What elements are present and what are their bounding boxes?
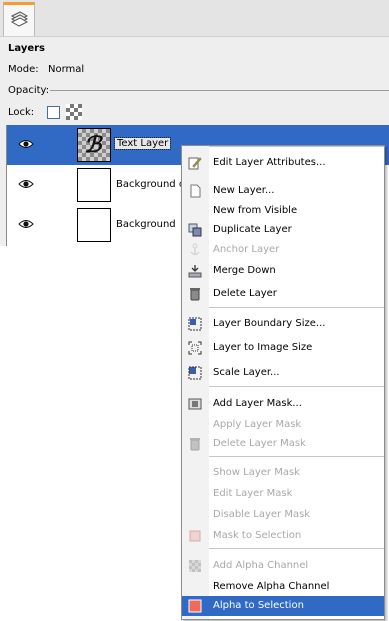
merge-down-icon — [188, 264, 202, 278]
layers-tab[interactable] — [3, 2, 35, 36]
scale-layer-icon — [188, 366, 202, 380]
menu-item-label: Alpha to Selection — [213, 600, 304, 611]
menu-item-disable-layer-mask[interactable]: Disable Layer Mask — [182, 505, 384, 525]
anchor-icon — [188, 243, 202, 257]
menu-item-layer-boundary-size[interactable]: Layer Boundary Size... — [182, 314, 384, 334]
menu-item-label: Add Layer Mask... — [213, 398, 302, 409]
layer-context-menu: Edit Layer Attributes... New Layer... New … — [181, 145, 385, 620]
menu-item-anchor-layer[interactable]: Anchor Layer — [182, 240, 384, 260]
menu-item-label: Duplicate Layer — [213, 224, 292, 235]
menu-separator — [209, 307, 384, 308]
menu-item-duplicate-layer[interactable]: Duplicate Layer — [182, 220, 384, 240]
eye-icon[interactable] — [18, 138, 34, 150]
menu-separator — [209, 456, 384, 457]
trash-icon — [188, 287, 202, 301]
dock-tab-bar — [0, 0, 389, 37]
layer-to-image-size-icon — [188, 341, 202, 355]
alpha-to-selection-icon — [188, 599, 202, 613]
lock-pixels-checkbox[interactable] — [47, 106, 60, 119]
eye-icon[interactable] — [18, 218, 34, 230]
menu-item-label: Edit Layer Mask — [213, 488, 293, 499]
menu-item-label: Remove Alpha Channel — [213, 581, 330, 592]
boundary-size-icon — [188, 317, 202, 331]
menu-item-remove-alpha-channel[interactable]: Remove Alpha Channel — [182, 577, 384, 597]
menu-item-delete-layer-mask[interactable]: Delete Layer Mask — [182, 434, 384, 454]
menu-separator — [209, 386, 384, 387]
menu-item-label: Show Layer Mask — [213, 467, 300, 478]
menu-item-show-layer-mask[interactable]: Show Layer Mask — [182, 463, 384, 483]
opacity-label: Opacity: — [8, 85, 50, 96]
menu-item-new-layer[interactable]: New Layer... — [182, 181, 384, 201]
menu-item-label: Edit Layer Attributes... — [213, 157, 326, 168]
opacity-slider[interactable] — [50, 90, 389, 91]
layer-name[interactable]: Text Layer — [113, 137, 172, 150]
menu-separator — [209, 146, 384, 147]
menu-item-label: Apply Layer Mask — [213, 419, 302, 430]
layer-thumbnail — [77, 168, 111, 202]
new-layer-icon — [188, 184, 202, 198]
lock-alpha-icon[interactable] — [66, 104, 82, 120]
menu-item-delete-layer[interactable]: Delete Layer — [182, 284, 384, 304]
menu-item-layer-to-image-size[interactable]: Layer to Image Size — [182, 338, 384, 358]
mode-select[interactable]: Normal — [48, 64, 84, 75]
menu-item-label: Anchor Layer — [213, 244, 280, 255]
menu-item-label: Scale Layer... — [213, 367, 280, 378]
menu-item-label: Disable Layer Mask — [213, 509, 311, 520]
menu-item-add-alpha-channel[interactable]: Add Alpha Channel — [182, 556, 384, 576]
menu-item-label: Merge Down — [213, 265, 276, 276]
lock-label: Lock: — [8, 107, 35, 118]
menu-separator — [209, 548, 384, 549]
menu-item-edit-layer-mask[interactable]: Edit Layer Mask — [182, 484, 384, 504]
menu-item-label: Delete Layer Mask — [213, 438, 306, 449]
alpha-channel-icon — [188, 559, 202, 573]
duplicate-layer-icon — [188, 223, 202, 237]
text-glyph-icon: ℬ — [84, 132, 102, 158]
menu-item-label: Layer to Image Size — [213, 342, 313, 353]
menu-item-scale-layer[interactable]: Scale Layer... — [182, 363, 384, 383]
menu-item-label: Layer Boundary Size... — [213, 318, 326, 329]
add-mask-icon — [188, 397, 202, 411]
menu-item-add-layer-mask[interactable]: Add Layer Mask... — [182, 394, 384, 414]
trash-icon — [188, 437, 202, 451]
layer-thumbnail: ℬ — [77, 128, 111, 162]
mask-to-selection-icon — [188, 529, 202, 543]
menu-item-label: New from Visible — [213, 205, 298, 216]
edit-attributes-icon — [188, 156, 202, 170]
menu-item-alpha-to-selection[interactable]: Alpha to Selection — [182, 596, 384, 616]
panel-title: Layers — [8, 43, 45, 54]
eye-icon[interactable] — [18, 178, 34, 190]
menu-item-label: New Layer... — [213, 185, 275, 196]
mode-label: Mode: — [8, 64, 39, 75]
layer-name[interactable]: Background — [116, 219, 176, 230]
menu-item-label: Add Alpha Channel — [213, 560, 309, 571]
menu-item-new-from-visible[interactable]: New from Visible — [182, 201, 384, 221]
menu-item-label: Mask to Selection — [213, 530, 302, 541]
menu-item-mask-to-selection[interactable]: Mask to Selection — [182, 526, 384, 546]
layer-thumbnail — [77, 208, 111, 242]
menu-item-edit-layer-attributes[interactable]: Edit Layer Attributes... — [182, 153, 384, 173]
layers-icon — [10, 11, 29, 27]
menu-item-merge-down[interactable]: Merge Down — [182, 261, 384, 281]
menu-item-apply-layer-mask[interactable]: Apply Layer Mask — [182, 415, 384, 435]
menu-item-label: Delete Layer — [213, 288, 277, 299]
